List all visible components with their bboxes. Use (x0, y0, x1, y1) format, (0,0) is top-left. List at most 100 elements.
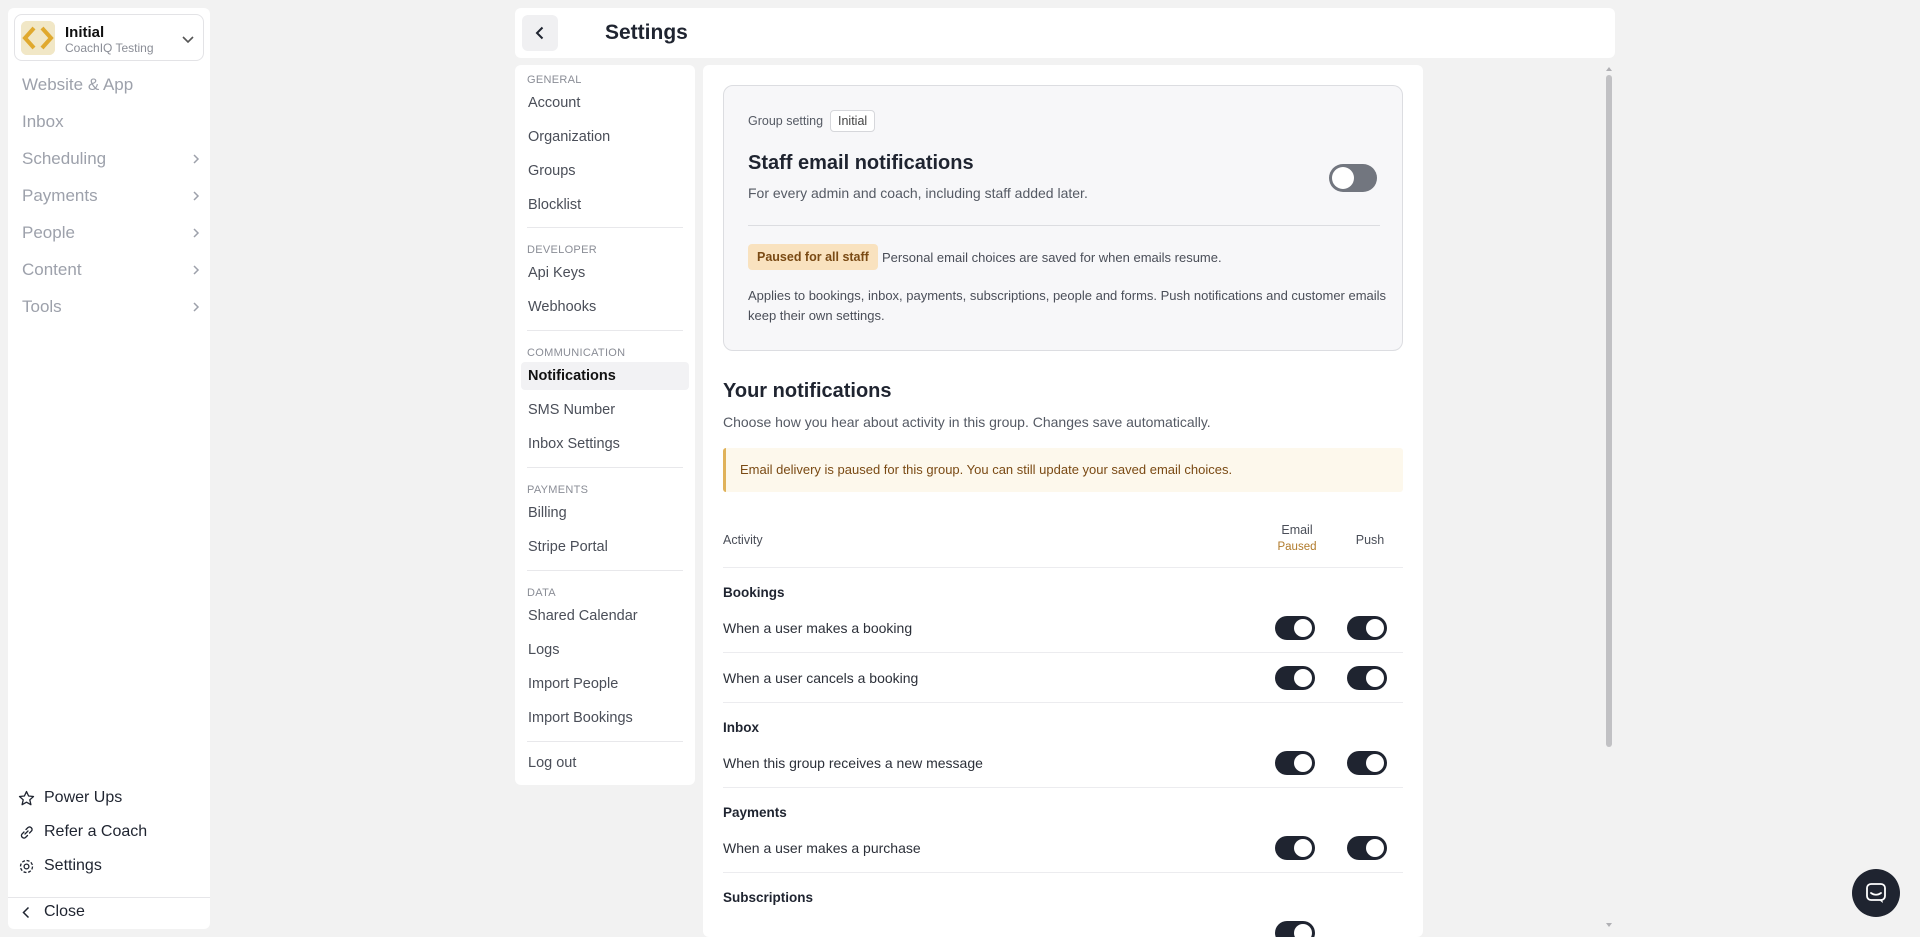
sidebar-item-label: Scheduling (22, 149, 107, 168)
toggle-knob (1332, 167, 1354, 189)
activity-label: When a user makes a booking (723, 620, 913, 636)
settings-nav-webhooks[interactable]: Webhooks (521, 293, 689, 321)
push-toggle-purchase[interactable] (1347, 836, 1387, 860)
org-name: Initial (65, 24, 105, 41)
refer-a-coach-link[interactable]: Refer a Coach (18, 819, 147, 845)
nav-divider (527, 467, 683, 468)
chevron-down-icon (182, 36, 194, 44)
logout-link[interactable]: Log out (521, 749, 689, 777)
power-ups-label: Power Ups (44, 789, 123, 806)
chat-icon (1866, 883, 1886, 903)
toggle-knob (1294, 924, 1312, 937)
category-payments: Payments (723, 805, 787, 820)
nav-divider (527, 330, 683, 331)
toggle-knob (1294, 619, 1312, 637)
sidebar-item-website-app[interactable]: Website & App (22, 71, 204, 99)
your-notifications-title: Your notifications (723, 380, 892, 402)
settings-nav: GENERAL Account Organization Groups Bloc… (515, 65, 695, 785)
card-divider (748, 225, 1380, 226)
sidebar-item-label: Content (22, 260, 82, 279)
row-divider (723, 787, 1403, 788)
activity-label: When a user makes a purchase (723, 840, 921, 856)
chevron-right-icon (193, 191, 200, 201)
sidebar-item-content[interactable]: Content (22, 256, 204, 284)
category-bookings: Bookings (723, 585, 785, 600)
power-ups-link[interactable]: Power Ups (18, 785, 122, 811)
scrollbar-thumb[interactable] (1606, 75, 1612, 747)
nav-divider (527, 741, 683, 742)
push-toggle-new-message[interactable] (1347, 751, 1387, 775)
scroll-up-arrow[interactable] (1606, 67, 1612, 71)
gear-icon (19, 859, 34, 874)
nav-divider (527, 570, 683, 571)
org-subtitle: CoachIQ Testing (65, 41, 154, 55)
row-divider (723, 702, 1403, 703)
settings-link[interactable]: Settings (18, 853, 102, 879)
settings-nav-shared-calendar[interactable]: Shared Calendar (521, 602, 689, 630)
main-scrollbar[interactable] (1603, 65, 1615, 930)
sidebar-item-scheduling[interactable]: Scheduling (22, 145, 204, 173)
settings-nav-import-people[interactable]: Import People (521, 670, 689, 698)
sidebar-item-label: Inbox (22, 112, 64, 131)
sidebar-item-label: Tools (22, 297, 62, 316)
section-label-communication: COMMUNICATION (527, 347, 626, 359)
page-title: Settings (605, 21, 688, 44)
staff-email-description: For every admin and coach, including sta… (748, 185, 1088, 201)
chevron-right-icon (193, 265, 200, 275)
group-badge: Initial (830, 110, 876, 132)
chevron-right-icon (193, 302, 200, 312)
push-toggle-booking-made[interactable] (1347, 616, 1387, 640)
settings-nav-notifications[interactable]: Notifications (521, 362, 689, 390)
settings-nav-api-keys[interactable]: Api Keys (521, 259, 689, 287)
settings-nav-logs[interactable]: Logs (521, 636, 689, 664)
settings-nav-import-bookings[interactable]: Import Bookings (521, 704, 689, 732)
back-button[interactable] (522, 15, 558, 51)
scroll-down-arrow[interactable] (1606, 923, 1612, 927)
group-setting-card: Group setting Initial Staff email notifi… (723, 85, 1403, 351)
chat-launcher-button[interactable] (1852, 869, 1900, 917)
sidebar-item-payments[interactable]: Payments (22, 182, 204, 210)
settings-nav-sms-number[interactable]: SMS Number (521, 396, 689, 424)
category-subscriptions: Subscriptions (723, 890, 814, 905)
column-header-email-status: Paused (1277, 541, 1317, 553)
your-notifications-description: Choose how you hear about activity in th… (723, 414, 1211, 430)
email-paused-alert: Email delivery is paused for this group.… (723, 448, 1403, 492)
close-sidebar-button[interactable]: Close (18, 899, 85, 925)
sidebar-item-tools[interactable]: Tools (22, 293, 204, 321)
settings-nav-stripe-portal[interactable]: Stripe Portal (521, 533, 689, 561)
activity-label: When a user cancels a booking (723, 670, 919, 686)
sidebar-item-people[interactable]: People (22, 219, 204, 247)
toggle-knob (1366, 619, 1384, 637)
push-toggle-booking-cancelled[interactable] (1347, 666, 1387, 690)
link-icon (20, 826, 33, 839)
org-logo (21, 21, 55, 55)
email-toggle-booking-cancelled[interactable] (1275, 666, 1315, 690)
toggle-knob (1294, 754, 1312, 772)
email-toggle-booking-made[interactable] (1275, 616, 1315, 640)
paused-note: Personal email choices are saved for whe… (882, 250, 1222, 265)
email-toggle-new-message[interactable] (1275, 751, 1315, 775)
org-switcher[interactable]: Initial CoachIQ Testing (14, 14, 204, 61)
star-icon (18, 790, 35, 806)
page-header: Settings (515, 8, 1615, 58)
settings-nav-organization[interactable]: Organization (521, 123, 689, 151)
column-header-activity: Activity (723, 533, 763, 547)
email-toggle-subscription[interactable] (1275, 921, 1315, 937)
settings-nav-inbox-settings[interactable]: Inbox Settings (521, 430, 689, 458)
chevron-right-icon (193, 228, 200, 238)
toggle-knob (1366, 669, 1384, 687)
chevron-right-icon (193, 154, 200, 164)
settings-nav-groups[interactable]: Groups (521, 157, 689, 185)
settings-nav-account[interactable]: Account (521, 89, 689, 117)
email-toggle-purchase[interactable] (1275, 836, 1315, 860)
toggle-knob (1366, 754, 1384, 772)
section-label-payments: PAYMENTS (527, 484, 589, 496)
settings-nav-billing[interactable]: Billing (521, 499, 689, 527)
row-divider (723, 872, 1403, 873)
activity-label: When this group receives a new message (723, 755, 983, 771)
section-label-general: GENERAL (527, 74, 582, 86)
sidebar-item-inbox[interactable]: Inbox (22, 108, 204, 136)
staff-email-toggle[interactable] (1329, 164, 1377, 192)
sidebar-divider (8, 897, 210, 898)
settings-nav-blocklist[interactable]: Blocklist (521, 191, 689, 219)
